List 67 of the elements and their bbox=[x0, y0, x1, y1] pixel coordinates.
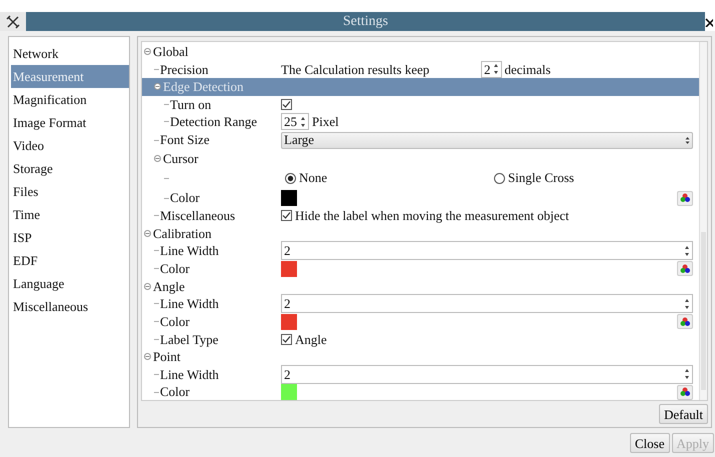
color-circles-icon bbox=[680, 193, 690, 203]
color-picker-button[interactable] bbox=[677, 190, 693, 206]
collapse-icon[interactable] bbox=[144, 353, 151, 360]
collapse-icon[interactable] bbox=[144, 282, 151, 290]
tree-label: Miscellaneous bbox=[160, 207, 236, 225]
scrollbar[interactable] bbox=[699, 42, 707, 400]
tree-label: Line Width bbox=[160, 366, 219, 384]
tree-label: Line Width bbox=[160, 242, 219, 260]
sidebar-item[interactable]: Time bbox=[11, 203, 129, 226]
sidebar-item[interactable]: Files bbox=[11, 180, 129, 203]
radio-label: Single Cross bbox=[508, 169, 574, 188]
checkbox[interactable] bbox=[281, 210, 292, 222]
color-picker-button[interactable] bbox=[677, 314, 693, 329]
tree-label[interactable]: Angle bbox=[153, 276, 185, 296]
number-field[interactable]: 2 bbox=[281, 241, 693, 260]
checkbox[interactable] bbox=[281, 98, 292, 110]
sidebar-item[interactable]: Magnification bbox=[11, 88, 129, 111]
radio-label: None bbox=[299, 169, 328, 188]
color-picker-button[interactable] bbox=[677, 261, 693, 276]
checkbox-label: Hide the label when moving the measurement object bbox=[295, 207, 569, 225]
close-icon[interactable] bbox=[705, 16, 713, 26]
tree-label: Precision bbox=[160, 60, 208, 78]
collapse-icon[interactable] bbox=[144, 48, 151, 56]
unit-label: Pixel bbox=[312, 113, 339, 131]
tree-label: Color bbox=[160, 383, 190, 400]
tree-label: Line Width bbox=[160, 295, 219, 313]
tree-label[interactable]: Calibration bbox=[153, 224, 212, 243]
default-button[interactable]: Default bbox=[659, 404, 708, 424]
color-circles-icon bbox=[680, 264, 690, 274]
sidebar-item[interactable]: Image Format bbox=[11, 111, 129, 134]
collapse-icon[interactable] bbox=[154, 154, 161, 162]
collapse-icon[interactable] bbox=[144, 230, 151, 237]
tree-label: Detection Range bbox=[170, 113, 257, 131]
dropdown-arrows-icon bbox=[685, 136, 690, 144]
tree-label: Turn on bbox=[170, 96, 212, 114]
sidebar-item[interactable]: Miscellaneous bbox=[11, 295, 129, 318]
checkbox[interactable] bbox=[281, 334, 292, 345]
sidebar-item[interactable]: Video bbox=[11, 134, 129, 157]
sidebar-item[interactable]: Language bbox=[11, 272, 129, 295]
tree-label: Color bbox=[160, 260, 190, 278]
color-circles-icon bbox=[680, 387, 690, 397]
dropdown[interactable]: Large bbox=[281, 132, 693, 148]
checkbox-label: Angle bbox=[295, 330, 327, 349]
close-button[interactable]: Close bbox=[630, 433, 670, 453]
sidebar-item[interactable]: Network bbox=[11, 42, 129, 65]
spin-field[interactable]: 25 bbox=[281, 113, 309, 130]
unit-label: decimals bbox=[504, 60, 551, 78]
color-circles-icon bbox=[680, 316, 690, 326]
tree-label: Color bbox=[160, 312, 190, 331]
radio-button[interactable] bbox=[494, 172, 505, 184]
precision-text: The Calculation results keep bbox=[281, 60, 430, 79]
tree-label[interactable]: Point bbox=[153, 347, 180, 366]
radio-button[interactable] bbox=[285, 172, 296, 184]
number-field[interactable]: 2 bbox=[281, 294, 693, 314]
spin-field[interactable]: 2 bbox=[481, 60, 502, 78]
number-field[interactable]: 2 bbox=[281, 364, 693, 384]
tree-label[interactable]: Global bbox=[153, 42, 188, 62]
window-title: Settings bbox=[342, 13, 388, 31]
sidebar-item[interactable]: ISP bbox=[11, 226, 129, 249]
collapse-icon[interactable] bbox=[154, 83, 161, 90]
color-picker-button[interactable] bbox=[677, 384, 693, 400]
tree-label[interactable]: Cursor bbox=[163, 148, 198, 168]
tree-label: Font Size bbox=[160, 131, 210, 150]
sidebar-item[interactable]: Storage bbox=[11, 157, 129, 180]
sidebar-item[interactable]: EDF bbox=[11, 249, 129, 272]
tree-label: Color bbox=[170, 189, 200, 208]
tree-label: Label Type bbox=[160, 330, 218, 349]
